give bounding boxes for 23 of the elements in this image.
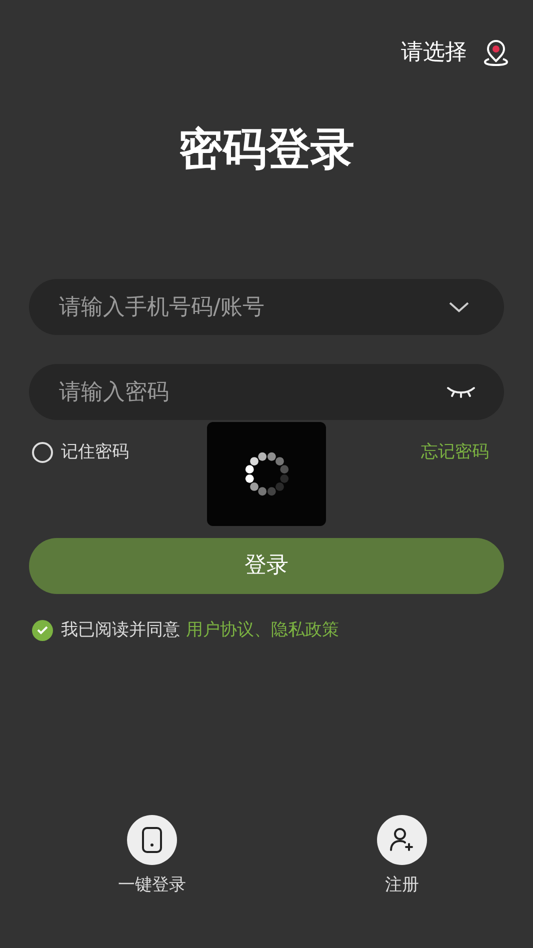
- policy-link[interactable]: 隐私政策: [271, 618, 339, 643]
- one-click-login-button[interactable]: [127, 814, 177, 864]
- page-title: 密码登录: [178, 123, 354, 177]
- agreement-checkbox[interactable]: [32, 620, 53, 641]
- policy-link[interactable]: 用户协议: [186, 618, 254, 643]
- agreement-text: 我已阅读并同意: [61, 618, 180, 642]
- dropdown-chevron-icon[interactable]: [448, 301, 470, 313]
- login-button[interactable]: 登录: [29, 538, 504, 594]
- remember-label: 记住密码: [61, 441, 129, 464]
- phone-icon: [140, 826, 164, 854]
- account-field[interactable]: 请输入手机号码/账号: [29, 279, 504, 335]
- remember-checkbox[interactable]: [32, 442, 53, 464]
- location-label[interactable]: 请选择: [401, 36, 467, 69]
- action-label: 一键登录: [118, 874, 186, 896]
- location-pin-icon[interactable]: [483, 38, 509, 66]
- action-label: 注册: [385, 874, 419, 896]
- forgot-password-link[interactable]: 忘记密码: [421, 440, 489, 466]
- password-field[interactable]: 请输入密码: [29, 364, 504, 420]
- check-icon: [37, 626, 48, 635]
- register-button[interactable]: [377, 814, 427, 864]
- closed-eye-icon[interactable]: [446, 385, 476, 399]
- separator-text: 、: [254, 618, 271, 642]
- user-add-icon: [388, 826, 416, 854]
